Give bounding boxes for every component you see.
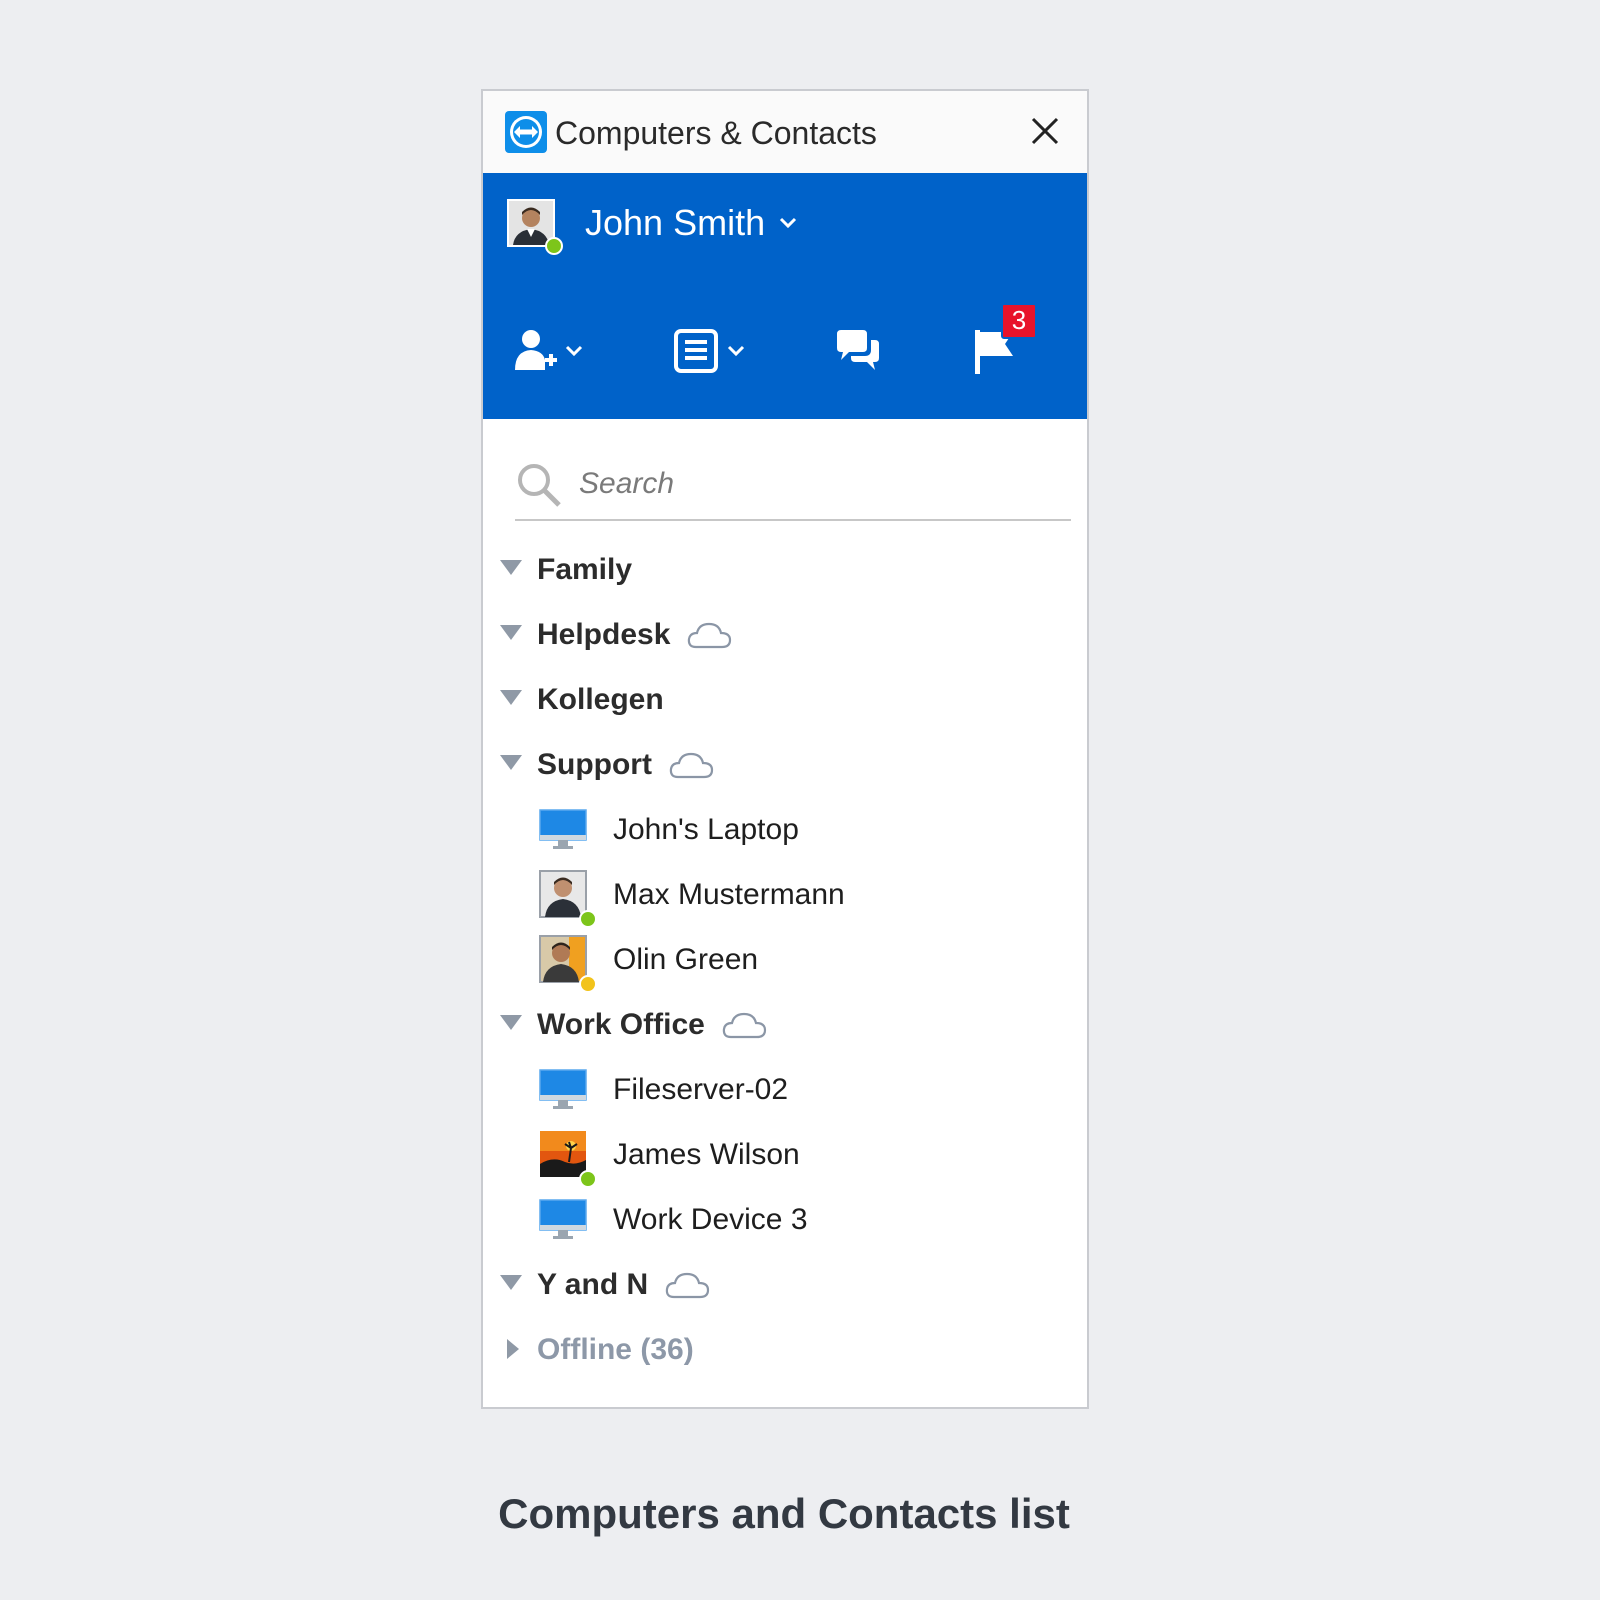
chat-button[interactable] — [833, 313, 883, 389]
contact-avatar — [539, 935, 597, 993]
group-label: Helpdesk — [537, 617, 671, 651]
group-label: Offline (36) — [537, 1332, 694, 1366]
list-item-contact[interactable]: Olin Green — [483, 927, 1087, 993]
toolbar: 3 — [483, 303, 1087, 389]
status-online-dot — [579, 910, 597, 928]
cloud-icon — [669, 752, 714, 778]
computers-contacts-window: Computers & Contacts John Smith 3 Search… — [481, 89, 1089, 1409]
contacts-list: Family Helpdesk Kollegen Support John's … — [483, 537, 1087, 1382]
account-header: John Smith 3 — [483, 173, 1087, 419]
group-support[interactable]: Support — [483, 732, 1087, 797]
cloud-icon — [722, 1012, 766, 1038]
group-label: Y and N — [537, 1267, 649, 1301]
list-view-button[interactable] — [673, 313, 745, 389]
expand-triangle-icon[interactable] — [499, 689, 523, 707]
group-helpdesk[interactable]: Helpdesk — [483, 602, 1087, 667]
item-label: Max Mustermann — [613, 877, 845, 911]
item-label: Fileserver-02 — [613, 1072, 789, 1106]
list-item-computer[interactable]: John's Laptop — [483, 797, 1087, 862]
search-box — [515, 447, 1071, 521]
account-menu[interactable]: John Smith — [507, 193, 797, 255]
window-title: Computers & Contacts — [555, 115, 877, 151]
chat-icon — [837, 330, 879, 370]
status-online-dot — [579, 1170, 597, 1188]
list-item-contact[interactable]: Max Mustermann — [483, 862, 1087, 928]
expand-triangle-icon[interactable] — [499, 559, 523, 577]
expand-triangle-icon[interactable] — [499, 624, 523, 642]
caption: Computers and Contacts list — [498, 1490, 1070, 1537]
computer-icon — [539, 809, 587, 849]
group-label: Work Office — [537, 1007, 705, 1041]
expand-triangle-icon[interactable] — [499, 754, 523, 772]
group-label: Family — [537, 552, 633, 586]
group-label: Support — [537, 747, 652, 781]
cloud-icon — [688, 622, 732, 648]
close-icon[interactable] — [1025, 111, 1065, 151]
chevron-down-icon — [780, 217, 797, 229]
item-label: John's Laptop — [613, 812, 799, 846]
list-view-icon — [674, 329, 718, 373]
group-work-office[interactable]: Work Office — [483, 992, 1087, 1057]
group-family[interactable]: Family — [483, 537, 1087, 602]
teamviewer-logo-icon — [505, 111, 547, 153]
add-contact-button[interactable] — [511, 313, 583, 389]
notification-badge: 3 — [1001, 303, 1037, 339]
status-away-dot — [579, 975, 597, 993]
user-name: John Smith — [585, 202, 766, 243]
expand-triangle-icon[interactable] — [499, 1014, 523, 1032]
search-input[interactable] — [577, 461, 1051, 507]
list-item-computer[interactable]: Work Device 3 — [483, 1187, 1087, 1252]
chevron-down-icon — [727, 345, 745, 357]
group-offline[interactable]: Offline (36) — [483, 1317, 1087, 1382]
item-label: Work Device 3 — [613, 1202, 808, 1236]
user-avatar — [507, 199, 563, 255]
contact-avatar — [539, 1130, 597, 1188]
group-label: Kollegen — [537, 682, 664, 716]
list-item-computer[interactable]: Fileserver-02 — [483, 1057, 1087, 1122]
item-label: Olin Green — [613, 942, 759, 976]
user-status-dot — [545, 237, 563, 255]
add-contact-icon — [515, 330, 557, 370]
chevron-down-icon — [565, 345, 583, 357]
item-label: James Wilson — [613, 1137, 800, 1171]
cloud-icon — [665, 1272, 710, 1298]
group-y-and-n[interactable]: Y and N — [483, 1252, 1087, 1317]
title-bar: Computers & Contacts — [483, 91, 1087, 173]
search-icon — [518, 464, 561, 507]
list-item-contact[interactable]: James Wilson — [483, 1122, 1087, 1188]
expand-triangle-icon[interactable] — [499, 1274, 523, 1292]
collapsed-triangle-icon[interactable] — [503, 1337, 527, 1361]
contact-avatar — [539, 870, 597, 928]
computer-icon — [539, 1069, 587, 1109]
computer-icon — [539, 1199, 587, 1239]
notifications-button[interactable]: 3 — [973, 303, 1037, 389]
group-kollegen[interactable]: Kollegen — [483, 667, 1087, 732]
